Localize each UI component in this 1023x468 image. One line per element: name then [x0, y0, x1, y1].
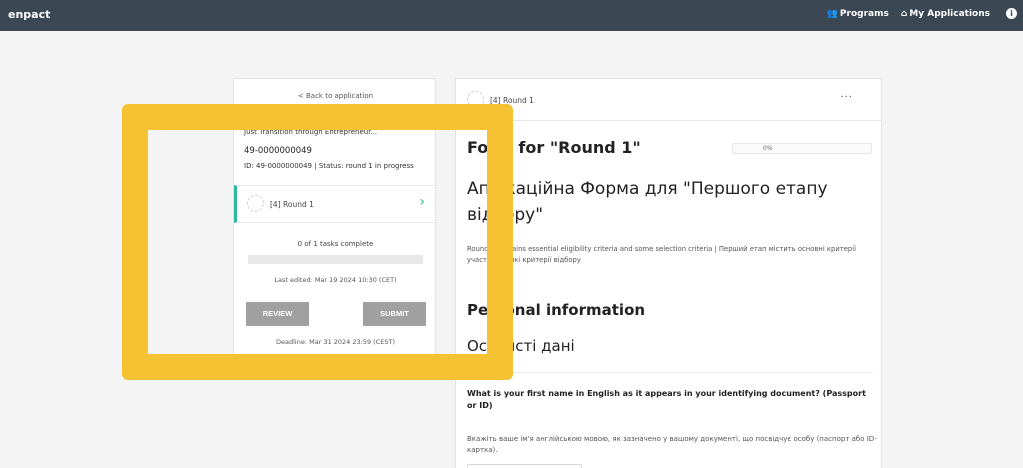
round-label: [4] Round 1	[270, 200, 314, 209]
form-completion-bar: 0%	[732, 143, 872, 154]
more-options-icon[interactable]: ···	[840, 92, 853, 103]
users-icon: 👥	[826, 8, 838, 19]
top-navigation-bar: enpact 👥 Programs ⌂ My Applications i	[0, 0, 1023, 31]
form-description: Round 1 contains essential eligibility c…	[467, 245, 856, 264]
question-first-name: What is your first name in English as it…	[467, 389, 866, 410]
deadline-text: Deadline: Mar 31 2024 23:59 (CEST)	[276, 338, 395, 346]
form-completion-percent: 0%	[763, 145, 773, 152]
top-nav: 👥 Programs ⌂ My Applications i	[827, 8, 1017, 19]
form-round-label: [4] Round 1	[490, 96, 534, 105]
application-number: 49-0000000049	[244, 146, 312, 156]
back-to-application-link[interactable]: < Back to application	[234, 92, 437, 100]
form-title: Form for "Round 1"	[467, 138, 641, 157]
form-card-header: [4] Round 1 ···	[456, 79, 881, 121]
info-icon[interactable]: i	[1006, 8, 1017, 19]
divider	[234, 112, 435, 113]
application-sidebar-card: < Back to application Just Transition th…	[233, 78, 436, 358]
tasks-complete-text: 0 of 1 tasks complete	[297, 240, 374, 248]
nav-my-applications-label: My Applications	[909, 8, 990, 19]
section-heading-personal-information: Personal information	[467, 301, 646, 319]
nav-programs[interactable]: 👥 Programs	[827, 9, 889, 19]
program-name: Just Transition through Entrepreneur...	[244, 128, 378, 136]
application-id-status: ID: 49-0000000049 | Status: round 1 in p…	[244, 162, 414, 170]
home-icon: ⌂	[900, 8, 908, 19]
nav-programs-label: Programs	[839, 8, 889, 19]
sidebar-item-round-1[interactable]: [4] Round 1 ›	[234, 185, 435, 223]
form-title-ukrainian: Аплікаційна Форма для "Першого етапу від…	[467, 179, 828, 225]
form-card: [4] Round 1 ··· Form for "Round 1" 0% Ап…	[455, 78, 882, 468]
submit-button[interactable]: SUBMIT	[363, 302, 426, 326]
section-heading-ukrainian: Особисті дані	[467, 337, 575, 355]
brand-logo[interactable]: enpact	[8, 8, 50, 21]
first-name-input[interactable]	[467, 464, 582, 468]
last-edited-text: Last edited: Mar 19 2024 10:30 (CET)	[274, 276, 397, 284]
chevron-right-icon: ›	[419, 194, 425, 210]
nav-my-applications[interactable]: ⌂ My Applications	[901, 9, 990, 19]
divider	[467, 372, 873, 373]
tasks-progress-bar	[248, 255, 423, 264]
round-progress-circle-icon	[247, 195, 264, 212]
round-progress-circle-icon	[467, 91, 484, 108]
question-hint-ukrainian: Вкажіть ваше ім'я англійською мовою, як …	[467, 435, 877, 454]
review-button[interactable]: REVIEW	[246, 302, 309, 326]
